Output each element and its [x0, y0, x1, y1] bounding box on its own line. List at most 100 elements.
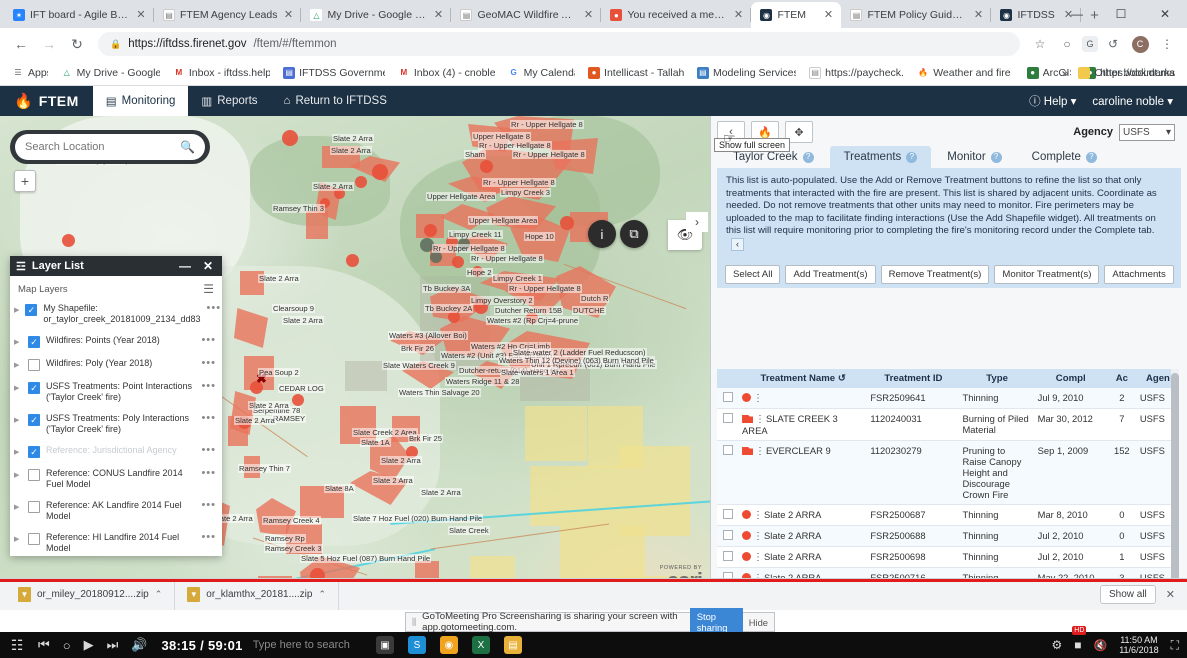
close-window-button[interactable]: ✕	[1143, 0, 1187, 28]
chevron-right-icon[interactable]: ▶	[14, 303, 19, 316]
extension-circle-icon[interactable]: ○	[1055, 32, 1079, 56]
volume-icon[interactable]: 🔊	[131, 637, 147, 653]
layer-list-item[interactable]: ▶ ✓ Reference: Jurisdictional Agency •••	[10, 440, 222, 463]
layer-checkbox[interactable]	[28, 359, 40, 371]
select-all-button[interactable]: Select All	[725, 264, 781, 284]
treatment-point[interactable]	[282, 130, 298, 146]
search-input-wrap[interactable]: 🔍	[15, 134, 205, 160]
chevron-right-icon[interactable]: ▶	[14, 532, 22, 545]
list-options-icon[interactable]: ☰	[203, 282, 214, 296]
layer-checkbox[interactable]: ✓	[28, 414, 40, 426]
layer-options-icon[interactable]: •••	[207, 303, 222, 314]
browser-tab-6[interactable]: ▤ FTEM Policy Guidance ✕	[841, 2, 992, 28]
layer-list-item[interactable]: ▶ Reference: HI Landfire 2014 Fuel Model •…	[10, 527, 222, 559]
grammarly-icon[interactable]: G	[1082, 36, 1098, 52]
row-select-cell[interactable]	[717, 440, 740, 505]
treatment-point[interactable]	[355, 176, 367, 188]
nav-reports[interactable]: ▥ Reports	[188, 86, 270, 116]
col-type[interactable]: Type	[959, 369, 1035, 388]
panel-expand-arrow[interactable]: ›	[686, 212, 708, 232]
attachments-button[interactable]: Attachments	[1104, 264, 1174, 284]
maximize-button[interactable]: ☐	[1099, 0, 1143, 28]
bookmark-item-6[interactable]: ● Intellicast - Tallahas	[582, 65, 690, 81]
col-acres[interactable]: Ac	[1106, 369, 1137, 388]
layer-checkbox[interactable]	[28, 469, 40, 481]
layer-list-item[interactable]: ▶ ✓ My Shapefile: or_taylor_creek_20181009…	[10, 298, 222, 330]
row-menu-icon[interactable]: ⋮	[751, 393, 764, 404]
close-icon[interactable]: ✕	[582, 9, 594, 21]
chevron-up-icon[interactable]: ⌃	[318, 589, 326, 600]
treatment-point[interactable]	[292, 394, 304, 406]
row-checkbox[interactable]	[723, 413, 734, 423]
help-icon[interactable]: ?	[990, 151, 1002, 163]
close-icon[interactable]: ✕	[972, 9, 984, 21]
table-row[interactable]: ⋮ FSR2509641 Thinning Jul 9, 2010 2 USFS	[717, 388, 1179, 409]
zoom-in-button[interactable]: +	[14, 170, 36, 192]
treatment-point[interactable]	[424, 224, 437, 237]
layer-list-item[interactable]: ▶ Reference: CONUS Landfire 2014 Fuel Mod…	[10, 463, 222, 495]
refresh-icon[interactable]: ↺	[838, 373, 846, 384]
taskbar-search-label[interactable]: Type here to search	[253, 639, 350, 651]
row-menu-icon[interactable]: ⋮	[751, 510, 764, 521]
bookmarks-overflow-icon[interactable]: »	[1062, 66, 1069, 80]
treatment-name-cell[interactable]: ⋮Slate 2 ARRA	[739, 525, 868, 547]
browser-tab-0[interactable]: ✶ IFT board - Agile Board - J ✕	[4, 2, 154, 28]
layer-options-icon[interactable]: •••	[201, 413, 216, 424]
row-menu-icon[interactable]: ⋮	[751, 531, 764, 542]
treatment-point[interactable]	[372, 164, 388, 180]
layer-list-item[interactable]: ▶ ✓ USFS Treatments: Point Interactions ('…	[10, 376, 222, 408]
task-view-icon[interactable]: ▣	[375, 636, 394, 654]
info-button[interactable]: i	[588, 220, 616, 248]
share-icon[interactable]: ↺	[1101, 32, 1125, 56]
help-menu[interactable]: ⓘ Help ▾	[1029, 93, 1076, 109]
chevron-right-icon[interactable]: ▶	[14, 413, 22, 426]
windows-icon[interactable]: ☷	[0, 637, 34, 654]
treatment-name-cell[interactable]: ⋮Slate 2 ARRA	[739, 504, 868, 526]
table-row[interactable]: ⋮ EVERCLEAR 9 1120230279 Pruning to Raise C…	[717, 440, 1179, 505]
bookmark-star-icon[interactable]: ☆	[1028, 32, 1052, 56]
layer-list-item[interactable]: ▶ Wildfires: Poly (Year 2018) •••	[10, 353, 222, 376]
tab-treatments[interactable]: Treatments ?	[829, 146, 932, 168]
add-treatments-button[interactable]: Add Treatment(s)	[785, 264, 876, 284]
folder-icon[interactable]: ▤	[503, 636, 522, 654]
record-icon[interactable]: ○	[63, 638, 71, 653]
show-all-downloads-button[interactable]: Show all	[1099, 585, 1156, 604]
row-checkbox[interactable]	[723, 392, 734, 402]
layer-options-icon[interactable]: •••	[201, 381, 216, 392]
tab-monitor[interactable]: Monitor ?	[933, 146, 1015, 168]
table-row[interactable]: ⋮ Slate 2 ARRA FSR2500687 Thinning Mar 8, 20…	[717, 504, 1179, 526]
map-viewport[interactable]: ✖ Road 2600 (Hp Burn)Slate 2 ArraSlate 2…	[0, 116, 710, 606]
chevron-right-icon[interactable]: ▶	[14, 445, 22, 458]
table-row[interactable]: ⋮ Slate 2 ARRA FSR2500698 Thinning Jul 2, 20…	[717, 546, 1179, 568]
info-collapse-button[interactable]: ‹	[731, 237, 744, 251]
next-track-icon[interactable]: ⏭	[107, 637, 119, 653]
monitor-treatments-button[interactable]: Monitor Treatment(s)	[994, 264, 1100, 284]
layer-options-icon[interactable]: •••	[201, 358, 216, 369]
close-icon[interactable]: ✕	[200, 259, 216, 273]
layer-list-item[interactable]: ▶ Reference: AK Landfire 2014 Fuel Model •…	[10, 495, 222, 527]
taskbar-clock[interactable]: 11:50 AM 11/6/2018	[1119, 635, 1158, 655]
bookmark-item-4[interactable]: M Inbox (4) - cnoble@	[392, 65, 501, 81]
col-treatment-name[interactable]: Treatment Name ↺	[739, 369, 868, 388]
bookmark-item-5[interactable]: G My Calendar	[502, 65, 581, 81]
nav-monitoring[interactable]: ▤ Monitoring	[92, 86, 189, 116]
search-input[interactable]	[25, 141, 175, 153]
hide-link[interactable]: Hide	[749, 617, 768, 628]
close-icon[interactable]: ✕	[432, 9, 444, 21]
download-item-1[interactable]: ▼ or_klamthx_20181....zip ⌃	[175, 579, 340, 610]
browser-tab-2[interactable]: △ My Drive - Google Drive ✕	[301, 2, 452, 28]
row-select-cell[interactable]	[717, 546, 740, 568]
table-scrollbar-thumb[interactable]	[1171, 373, 1179, 583]
row-checkbox[interactable]	[723, 551, 734, 561]
treatment-name-cell[interactable]: ⋮	[739, 388, 868, 409]
layer-list-item[interactable]: ▶ ✓ Wildfires: Points (Year 2018) •••	[10, 330, 222, 353]
other-bookmarks-folder[interactable]: Other bookmarks	[1072, 65, 1181, 81]
layer-options-icon[interactable]: •••	[201, 468, 216, 479]
layer-options-icon[interactable]: •••	[201, 500, 216, 511]
mute-icon[interactable]: 🔇	[1094, 639, 1108, 652]
remove-treatments-button[interactable]: Remove Treatment(s)	[880, 264, 990, 284]
agency-select[interactable]: USFS ▾	[1119, 123, 1175, 141]
treatment-point[interactable]	[346, 254, 359, 267]
help-icon[interactable]: ?	[1085, 151, 1097, 163]
bookmark-apps[interactable]: ☰ Apps	[6, 65, 54, 81]
